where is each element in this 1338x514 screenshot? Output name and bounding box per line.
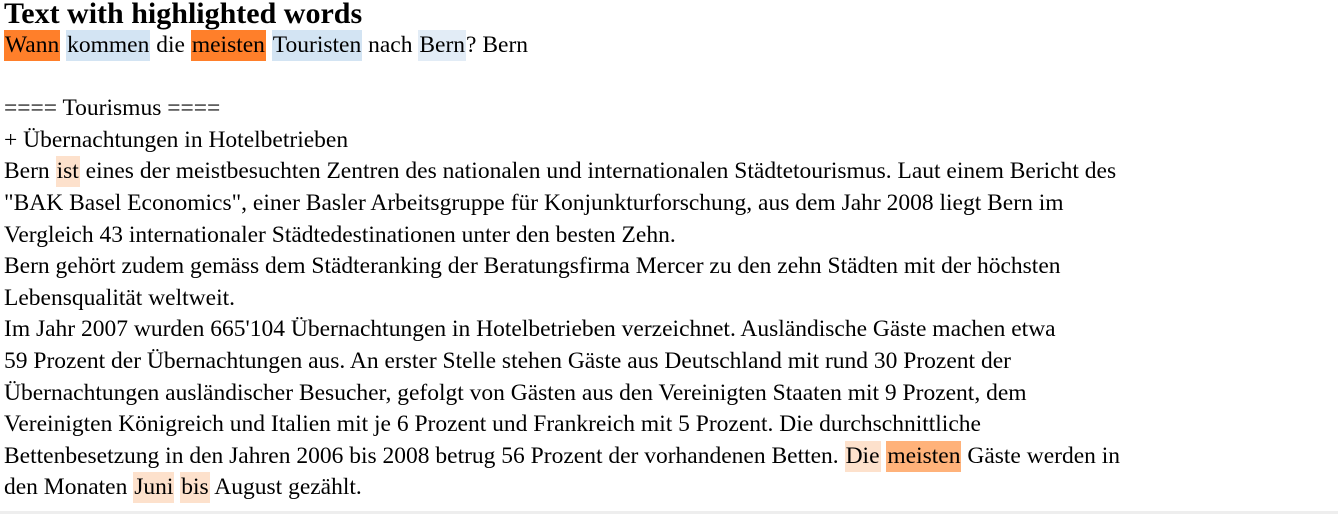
text-span: Bettenbesetzung in den Jahren 2006 bis 2…	[4, 442, 845, 469]
text-span: "BAK Basel Economics", einer Basler Arbe…	[4, 189, 1064, 216]
text-span: 59 Prozent der Übernachtungen aus. An er…	[4, 347, 1011, 374]
text-span: Bern gehört zudem gemäss dem Städteranki…	[4, 253, 1061, 280]
text-span: Im Jahr 2007 wurden 665'104 Übernachtung…	[4, 316, 1056, 343]
highlighted-word: Bern	[418, 30, 467, 61]
highlighted-word: kommen	[66, 30, 151, 61]
highlighted-word: bis	[180, 472, 210, 504]
text-line: Im Jahr 2007 wurden 665'104 Übernachtung…	[4, 314, 1334, 346]
text-span: den Monaten	[4, 474, 134, 501]
page-title: Text with highlighted words	[4, 0, 363, 30]
text-line: den Monaten Juni bis August gezählt.	[4, 472, 1334, 504]
text-line: Lebensqualität weltweit.	[4, 283, 1334, 315]
text-line: 59 Prozent der Übernachtungen aus. An er…	[4, 346, 1334, 378]
text-span: Vereinigten Königreich und Italien mit j…	[4, 411, 981, 438]
text-span: nach	[362, 32, 419, 58]
text-line: Wann kommen die meisten Touristen nach B…	[4, 30, 1334, 62]
text-span: Gäste werden in	[961, 442, 1121, 469]
text-span: + Übernachtungen in Hotelbetrieben	[4, 126, 349, 153]
document: Text with highlighted words Wann kommen …	[4, 0, 1334, 504]
highlighted-word: ist	[55, 156, 80, 188]
text-line: Bern ist eines der meistbesuchten Zentre…	[4, 156, 1334, 188]
highlighted-word: meisten	[190, 30, 266, 61]
text-span: Lebensqualität weltweit.	[4, 284, 236, 311]
text-span: ==== Tourismus ====	[4, 95, 221, 122]
text-span: die	[150, 32, 191, 58]
text-line: Bettenbesetzung in den Jahren 2006 bis 2…	[4, 440, 1334, 473]
highlighted-word: Die	[844, 440, 881, 472]
text-line: + Übernachtungen in Hotelbetrieben	[4, 125, 1334, 157]
text-span: Bern	[4, 158, 56, 185]
highlighted-word: Touristen	[271, 30, 363, 61]
text-line: "BAK Basel Economics", einer Basler Arbe…	[4, 188, 1334, 220]
text-span: Übernachtungen ausländischer Besucher, g…	[4, 379, 1027, 406]
text-line: ==== Tourismus ====	[4, 93, 1334, 125]
text-span: eines der meistbesuchten Zentren des nat…	[79, 158, 1117, 185]
text-line: Vergleich 43 internationaler Städtedesti…	[4, 220, 1334, 252]
text-line: Vereinigten Königreich und Italien mit j…	[4, 409, 1334, 441]
text-span: Vergleich 43 internationaler Städtedesti…	[4, 221, 676, 248]
text-span: August gezählt.	[209, 474, 362, 501]
highlighted-word: Wann	[4, 30, 61, 61]
highlighted-text-body: Wann kommen die meisten Touristen nach B…	[4, 30, 1334, 504]
highlighted-word: Juni	[133, 472, 175, 504]
highlighted-word: meisten	[886, 440, 962, 472]
text-line: Bern gehört zudem gemäss dem Städteranki…	[4, 251, 1334, 283]
text-span: ? Bern	[466, 32, 529, 58]
text-span	[266, 32, 272, 58]
text-line: Übernachtungen ausländischer Besucher, g…	[4, 378, 1334, 410]
